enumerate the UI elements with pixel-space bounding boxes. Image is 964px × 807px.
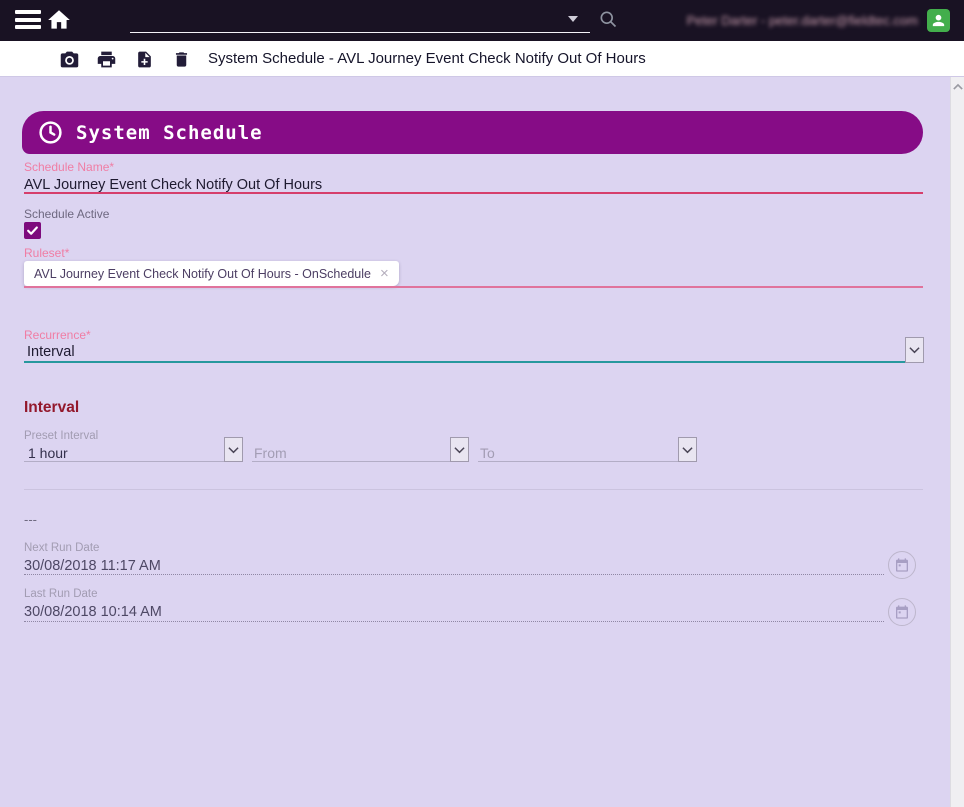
- search-icon[interactable]: [598, 9, 618, 29]
- last-run-date-label: Last Run Date: [24, 588, 98, 600]
- vertical-scrollbar[interactable]: [950, 77, 964, 807]
- preset-interval-underline: [24, 461, 224, 462]
- print-icon[interactable]: [94, 47, 118, 71]
- next-run-underline: [24, 574, 884, 575]
- chevron-down-icon: [228, 446, 239, 454]
- chevron-down-icon: [909, 346, 920, 354]
- schedule-name-label: Schedule Name*: [24, 160, 114, 174]
- chevron-down-icon: [454, 446, 465, 454]
- person-icon: [930, 12, 947, 29]
- calendar-icon: [894, 557, 910, 573]
- calendar-icon: [894, 604, 910, 620]
- toolbar: System Schedule - AVL Journey Event Chec…: [0, 41, 964, 77]
- ruleset-underline: [24, 286, 923, 288]
- from-dropdown-button[interactable]: [450, 437, 469, 462]
- recurrence-select-value[interactable]: Interval: [27, 344, 75, 360]
- next-run-calendar-button[interactable]: [888, 551, 916, 579]
- preset-interval-label: Preset Interval: [24, 430, 98, 442]
- chip-close-icon[interactable]: ×: [380, 266, 389, 281]
- preset-interval-select-value[interactable]: 1 hour: [28, 445, 68, 461]
- form-header-title: System Schedule: [76, 122, 263, 144]
- from-select-value[interactable]: From: [254, 445, 287, 461]
- schedule-active-checkbox[interactable]: [24, 222, 41, 239]
- form-header: System Schedule: [22, 111, 923, 154]
- required-mark: *: [109, 160, 114, 174]
- add-document-icon[interactable]: [132, 47, 156, 71]
- recurrence-label: Recurrence*: [24, 328, 91, 342]
- topbar-search-input[interactable]: [130, 8, 590, 33]
- next-run-date-value: 30/08/2018 11:17 AM: [24, 558, 161, 574]
- menu-icon[interactable]: [15, 10, 41, 31]
- camera-icon[interactable]: [57, 47, 81, 71]
- topbar: Peter Darter - peter.darter@fieldtec.com: [0, 0, 964, 41]
- scroll-up-icon[interactable]: [953, 83, 963, 91]
- recurrence-underline: [24, 361, 905, 363]
- last-run-calendar-button[interactable]: [888, 598, 916, 626]
- ruleset-label: Ruleset*: [24, 246, 69, 260]
- last-run-date-value: 30/08/2018 10:14 AM: [24, 604, 162, 620]
- user-profile-button[interactable]: [927, 9, 950, 32]
- to-select-value[interactable]: To: [480, 445, 495, 461]
- clock-icon: [38, 120, 63, 145]
- preset-interval-dropdown-button[interactable]: [224, 437, 243, 462]
- required-mark: *: [86, 328, 91, 342]
- to-dropdown-button[interactable]: [678, 437, 697, 462]
- empty-value-text: ---: [24, 512, 37, 527]
- schedule-active-label: Schedule Active: [24, 207, 109, 221]
- interval-section-heading: Interval: [24, 399, 79, 417]
- next-run-date-label: Next Run Date: [24, 542, 99, 554]
- to-underline: [478, 461, 678, 462]
- check-icon: [26, 224, 39, 237]
- from-underline: [252, 461, 450, 462]
- recurrence-dropdown-button[interactable]: [905, 337, 924, 363]
- schedule-name-input[interactable]: AVL Journey Event Check Notify Out Of Ho…: [24, 177, 322, 193]
- schedule-name-underline: [24, 192, 923, 194]
- chevron-down-icon: [682, 446, 693, 454]
- required-mark: *: [65, 246, 70, 260]
- ruleset-chip[interactable]: AVL Journey Event Check Notify Out Of Ho…: [24, 261, 399, 286]
- section-divider: [24, 489, 923, 490]
- user-account-label: Peter Darter - peter.darter@fieldtec.com: [687, 0, 918, 41]
- last-run-underline: [24, 621, 884, 622]
- ruleset-chip-label: AVL Journey Event Check Notify Out Of Ho…: [34, 267, 371, 281]
- app-window: Peter Darter - peter.darter@fieldtec.com…: [0, 0, 964, 807]
- page-title: System Schedule - AVL Journey Event Chec…: [208, 41, 646, 77]
- delete-icon[interactable]: [169, 47, 193, 71]
- dropdown-caret-icon[interactable]: [568, 16, 578, 22]
- home-icon[interactable]: [46, 7, 72, 33]
